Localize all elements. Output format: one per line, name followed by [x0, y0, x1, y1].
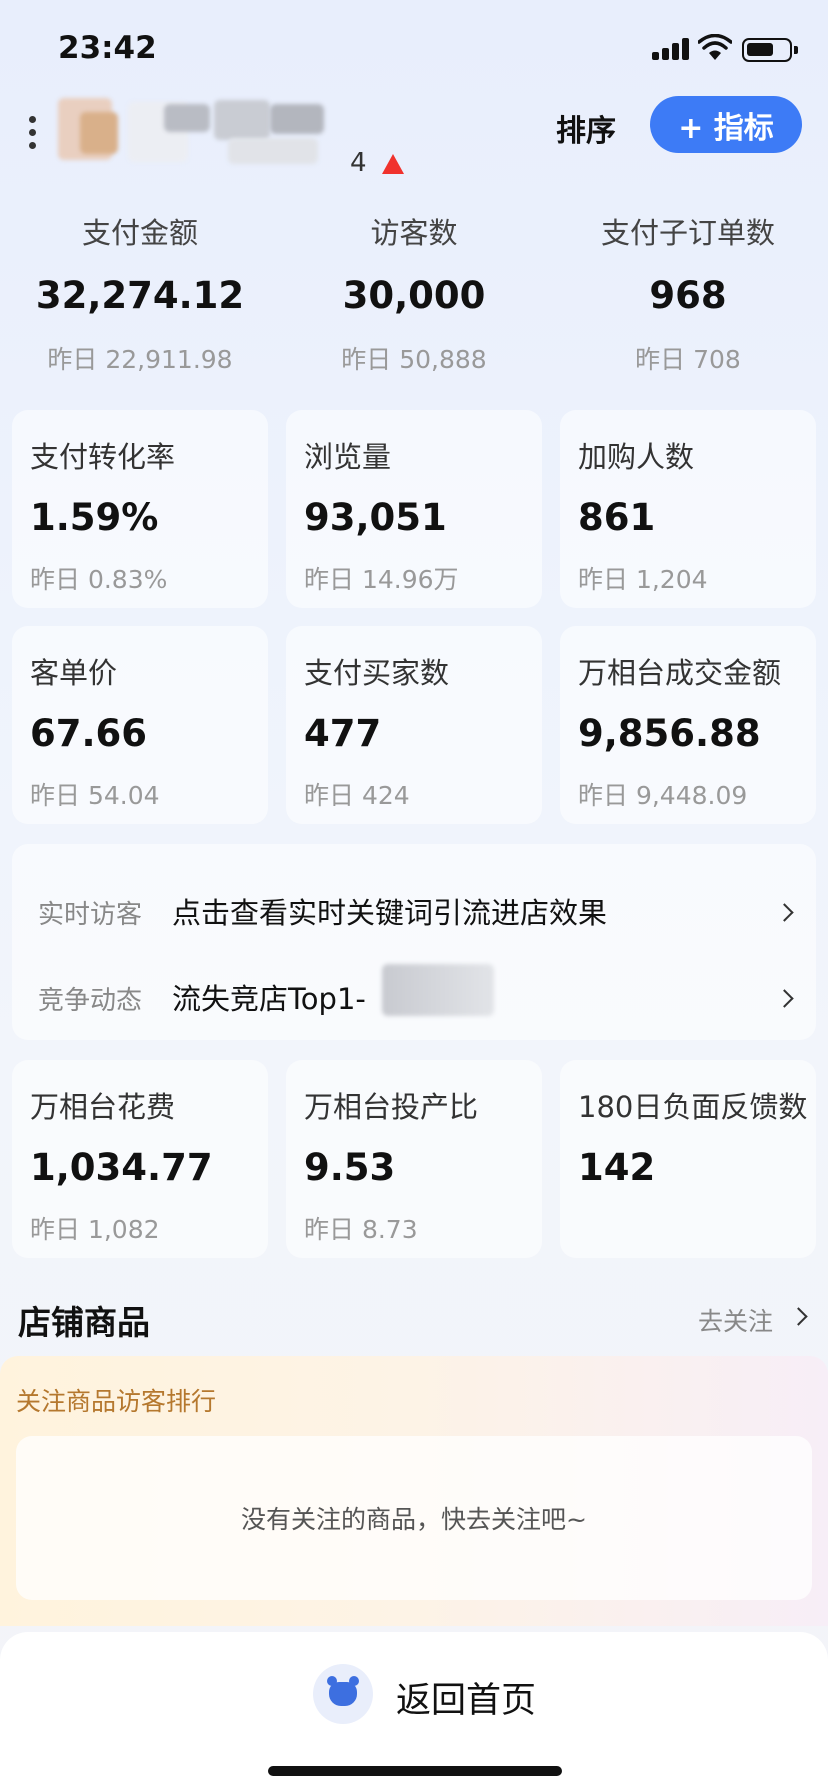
metric-label: 支付金额 [81, 216, 198, 250]
sort-button[interactable]: 排序 [556, 106, 616, 150]
metric-label: 万相台成交金额 [578, 656, 782, 690]
metric-value: 9,856.88 [578, 712, 761, 755]
metric-value: 93,051 [304, 496, 447, 539]
metric-yesterday: 昨日 424 [304, 781, 410, 810]
wifi-icon [698, 34, 732, 60]
metric-label: 万相台花费 [30, 1090, 176, 1124]
metric-value: 30,000 [342, 274, 486, 317]
empty-state-text: 没有关注的商品，快去关注吧~ [241, 1505, 587, 1534]
metric-card-page-views[interactable]: 浏览量 93,051 昨日 14.96万 [286, 410, 542, 608]
metric-label: 加购人数 [578, 440, 695, 474]
shop-name-suffix: 4 [350, 148, 367, 178]
metric-label: 支付子订单数 [600, 216, 775, 250]
competition-text: 流失竞店Top1- [172, 982, 366, 1016]
metric-value: 968 [649, 274, 727, 317]
metric-value: 1,034.77 [30, 1146, 213, 1189]
metric-card-ad-gmv[interactable]: 万相台成交金额 9,856.88 昨日 9,448.09 [560, 626, 816, 824]
cellular-signal-icon [652, 38, 692, 60]
metric-pay-amount[interactable]: 支付金额 32,274.12 昨日 22,911.98 [2, 210, 278, 376]
metric-card-ad-spend[interactable]: 万相台花费 1,034.77 昨日 1,082 [12, 1060, 268, 1258]
metric-value: 67.66 [30, 712, 148, 755]
go-follow-link[interactable]: 去关注 [698, 1302, 773, 1338]
metric-yesterday: 昨日 54.04 [30, 781, 160, 810]
metric-label: 万相台投产比 [304, 1090, 479, 1124]
metric-value: 861 [578, 496, 656, 539]
metric-yesterday: 昨日 0.83% [30, 565, 168, 594]
add-metric-button[interactable]: + 指标 [650, 96, 802, 153]
realtime-text: 点击查看实时关键词引流进店效果 [172, 896, 608, 930]
metric-value: 477 [304, 712, 382, 755]
bottom-bar: 返回首页 [0, 1632, 828, 1792]
metric-card-negative-feedback[interactable]: 180日负面反馈数 142 [560, 1060, 816, 1258]
metric-yesterday: 昨日 22,911.98 [47, 345, 233, 374]
metric-label: 支付买家数 [304, 656, 450, 690]
mascot-home-icon[interactable] [313, 1664, 373, 1724]
metric-sub-orders[interactable]: 支付子订单数 968 昨日 708 [550, 210, 826, 376]
status-bar: 23:42 [0, 0, 828, 100]
status-time: 23:42 [58, 30, 157, 66]
metric-yesterday: 昨日 1,082 [30, 1215, 160, 1244]
metric-yesterday: 昨日 14.96万 [304, 565, 459, 594]
metric-yesterday: 昨日 708 [635, 345, 741, 374]
metric-value: 32,274.12 [35, 274, 245, 317]
metric-label: 客单价 [30, 656, 118, 690]
metric-yesterday: 昨日 1,204 [578, 565, 708, 594]
metric-card-avg-order-value[interactable]: 客单价 67.66 昨日 54.04 [12, 626, 268, 824]
home-indicator[interactable] [268, 1766, 562, 1776]
ranking-title: 关注商品访客排行 [16, 1387, 217, 1416]
metric-yesterday: 昨日 8.73 [304, 1215, 418, 1244]
back-to-home-button[interactable]: 返回首页 [396, 1672, 536, 1723]
metric-yesterday: 昨日 50,888 [341, 345, 487, 374]
metric-label: 访客数 [370, 216, 458, 250]
empty-state: 没有关注的商品，快去关注吧~ [16, 1436, 812, 1600]
metric-label: 180日负面反馈数 [578, 1090, 808, 1124]
metric-visitors[interactable]: 访客数 30,000 昨日 50,888 [276, 210, 552, 376]
chevron-right-icon [775, 989, 794, 1008]
realtime-visitors-row[interactable]: 实时访客 点击查看实时关键词引流进店效果 [12, 882, 816, 942]
metric-label: 支付转化率 [30, 440, 176, 474]
store-products-title: 店铺商品 [18, 1303, 150, 1342]
insights-panel: 实时访客 点击查看实时关键词引流进店效果 竞争动态 流失竞店Top1- [12, 844, 816, 1040]
metric-card-conversion-rate[interactable]: 支付转化率 1.59% 昨日 0.83% [12, 410, 268, 608]
metric-yesterday: 昨日 9,448.09 [578, 781, 748, 810]
trend-up-icon [382, 154, 404, 174]
metric-card-paying-buyers[interactable]: 支付买家数 477 昨日 424 [286, 626, 542, 824]
metric-value: 142 [578, 1146, 656, 1189]
metric-card-ad-roi[interactable]: 万相台投产比 9.53 昨日 8.73 [286, 1060, 542, 1258]
followed-products-ranking: 关注商品访客排行 没有关注的商品，快去关注吧~ [0, 1356, 828, 1626]
metric-value: 1.59% [30, 496, 159, 539]
metric-label: 浏览量 [304, 440, 392, 474]
competition-row[interactable]: 竞争动态 流失竞店Top1- [12, 964, 816, 1028]
metric-value: 9.53 [304, 1146, 396, 1189]
core-metrics-summary: 支付金额 32,274.12 昨日 22,911.98 访客数 30,000 昨… [0, 210, 828, 380]
chevron-right-icon[interactable] [789, 1307, 808, 1326]
realtime-tag: 实时访客 [38, 900, 143, 930]
more-options-icon[interactable] [26, 112, 38, 152]
metric-card-add-to-cart[interactable]: 加购人数 861 昨日 1,204 [560, 410, 816, 608]
battery-icon [742, 38, 798, 62]
competition-tag: 竞争动态 [38, 986, 143, 1016]
competitor-name-blurred [382, 964, 494, 1016]
shop-name-blurred [58, 94, 328, 174]
chevron-right-icon [775, 903, 794, 922]
